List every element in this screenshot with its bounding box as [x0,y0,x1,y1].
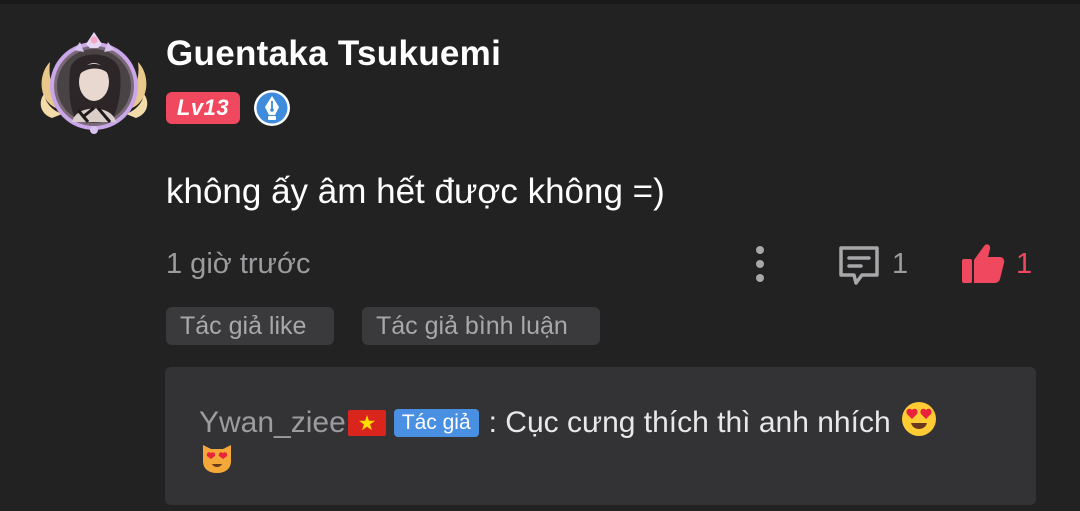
heart-eyes-face-emoji [901,401,937,445]
reply-username[interactable]: Ywan_ziee [199,406,346,440]
reply-count: 1 [892,248,909,280]
username[interactable]: Guentaka Tsukuemi [166,34,501,74]
vietnam-flag-icon [347,410,386,436]
timestamp: 1 giờ trước [166,248,311,280]
level-badge: Lv13 [166,92,240,124]
author-badge: Tác giả [393,409,479,437]
thumbs-up-icon[interactable] [960,240,1006,286]
comment-text: không ấy âm hết được không =) [166,172,665,211]
heart-eyes-cat-emoji [199,439,235,480]
reply-line: Ywan_ziee Tác giả : Cục cưng thích thì a… [199,401,937,445]
pen-nib-badge-icon [253,89,291,127]
like-count: 1 [1016,248,1033,280]
reply-preview[interactable]: Ywan_ziee Tác giả : Cục cưng thích thì a… [165,367,1036,505]
author-liked-tag: Tác giả like [166,307,334,345]
comment-icon[interactable] [836,243,882,287]
author-commented-tag: Tác giả bình luận [362,307,600,345]
more-vertical-icon[interactable] [744,242,776,286]
top-divider [0,0,1080,4]
avatar[interactable] [36,30,152,138]
reply-text: : Cục cưng thích thì anh nhích [488,406,891,439]
